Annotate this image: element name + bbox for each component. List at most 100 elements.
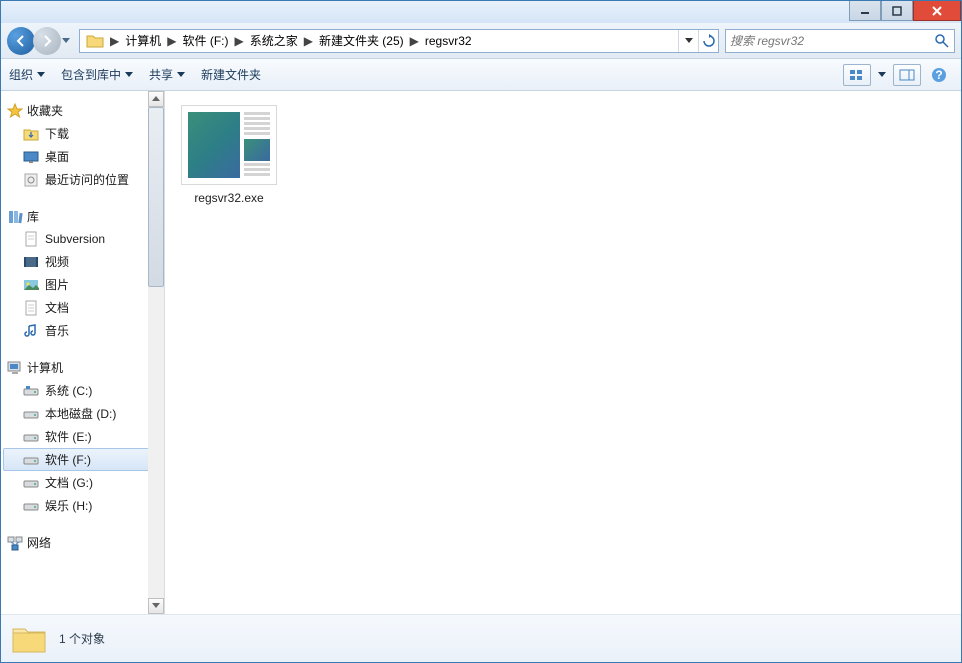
- sidebar-item-subversion[interactable]: Subversion: [3, 228, 158, 250]
- view-options-button[interactable]: [843, 64, 871, 86]
- status-bar: 1 个对象: [1, 614, 961, 662]
- download-icon: [23, 126, 39, 142]
- minimize-button[interactable]: [849, 1, 881, 21]
- recent-icon: [23, 172, 39, 188]
- document-icon: [23, 300, 39, 316]
- scroll-thumb[interactable]: [148, 107, 164, 287]
- chevron-right-icon[interactable]: ▶: [108, 34, 121, 48]
- include-label: 包含到库中: [61, 66, 121, 83]
- sidebar-item-drive-c[interactable]: 系统 (C:): [3, 379, 158, 402]
- sidebar-item-drive-d[interactable]: 本地磁盘 (D:): [3, 402, 158, 425]
- sidebar-item-pictures[interactable]: 图片: [3, 273, 158, 296]
- computer-label: 计算机: [27, 359, 63, 376]
- computer-group[interactable]: 计算机: [3, 356, 158, 379]
- search-input[interactable]: [730, 34, 934, 48]
- drive-icon: [23, 452, 39, 468]
- sidebar-item-desktop[interactable]: 桌面: [3, 145, 158, 168]
- refresh-button[interactable]: [698, 30, 718, 52]
- file-item[interactable]: regsvr32.exe: [181, 105, 277, 205]
- titlebar: [1, 1, 961, 23]
- new-folder-button[interactable]: 新建文件夹: [201, 66, 261, 83]
- sidebar: 收藏夹 下载 桌面 最近访问的位置 库: [1, 91, 159, 614]
- chevron-down-icon: [37, 72, 45, 78]
- sidebar-item-recent[interactable]: 最近访问的位置: [3, 168, 158, 191]
- organize-label: 组织: [9, 66, 33, 83]
- forward-button[interactable]: [33, 27, 61, 55]
- tree-label: 本地磁盘 (D:): [45, 405, 116, 422]
- breadcrumb-current[interactable]: regsvr32: [421, 30, 476, 52]
- sidebar-item-videos[interactable]: 视频: [3, 250, 158, 273]
- star-icon: [7, 103, 23, 119]
- sidebar-scrollbar[interactable]: [148, 91, 164, 614]
- address-dropdown[interactable]: [678, 30, 698, 52]
- svg-text:?: ?: [935, 68, 942, 82]
- chevron-right-icon[interactable]: ▶: [408, 34, 421, 48]
- tree-label: Subversion: [45, 232, 105, 246]
- chevron-right-icon[interactable]: ▶: [302, 34, 315, 48]
- nav-buttons: [7, 27, 73, 55]
- tree-label: 下载: [45, 125, 69, 142]
- scroll-down-button[interactable]: [148, 598, 164, 614]
- breadcrumb-drive[interactable]: 软件 (F:): [178, 30, 232, 52]
- back-button[interactable]: [7, 27, 35, 55]
- folder-icon: [86, 33, 104, 49]
- sidebar-item-drive-h[interactable]: 娱乐 (H:): [3, 494, 158, 517]
- nav-row: ▶ 计算机 ▶ 软件 (F:) ▶ 系统之家 ▶ 新建文件夹 (25) ▶ re…: [1, 23, 961, 59]
- drive-icon: [23, 498, 39, 514]
- chevron-down-icon: [125, 72, 133, 78]
- sidebar-item-drive-e[interactable]: 软件 (E:): [3, 425, 158, 448]
- drive-icon: [23, 406, 39, 422]
- network-group[interactable]: 网络: [3, 531, 158, 554]
- libraries-group[interactable]: 库: [3, 205, 158, 228]
- nav-history-dropdown[interactable]: [59, 31, 73, 51]
- content-pane[interactable]: regsvr32.exe: [165, 91, 961, 614]
- sidebar-item-drive-g[interactable]: 文档 (G:): [3, 471, 158, 494]
- maximize-button[interactable]: [881, 1, 913, 21]
- picture-icon: [23, 277, 39, 293]
- breadcrumb-computer[interactable]: 计算机: [121, 30, 165, 52]
- document-icon: [23, 231, 39, 247]
- tree-label: 软件 (F:): [45, 451, 91, 468]
- view-options-dropdown[interactable]: [875, 64, 889, 86]
- sidebar-item-music[interactable]: 音乐: [3, 319, 158, 342]
- address-bar[interactable]: ▶ 计算机 ▶ 软件 (F:) ▶ 系统之家 ▶ 新建文件夹 (25) ▶ re…: [79, 29, 719, 53]
- search-box[interactable]: [725, 29, 955, 53]
- sidebar-item-drive-f[interactable]: 软件 (F:): [3, 448, 158, 471]
- help-button[interactable]: ?: [925, 64, 953, 86]
- favorites-group[interactable]: 收藏夹: [3, 99, 158, 122]
- network-icon: [7, 535, 23, 551]
- preview-pane-button[interactable]: [893, 64, 921, 86]
- toolbar: 组织 包含到库中 共享 新建文件夹 ?: [1, 59, 961, 91]
- chevron-right-icon[interactable]: ▶: [165, 34, 178, 48]
- libraries-icon: [7, 209, 23, 225]
- splitter[interactable]: [159, 91, 165, 614]
- sidebar-item-downloads[interactable]: 下载: [3, 122, 158, 145]
- music-icon: [23, 323, 39, 339]
- libraries-label: 库: [27, 208, 39, 225]
- tree-label: 图片: [45, 276, 69, 293]
- newfolder-label: 新建文件夹: [201, 66, 261, 83]
- search-icon[interactable]: [934, 33, 950, 49]
- share-label: 共享: [149, 66, 173, 83]
- chevron-right-icon[interactable]: ▶: [232, 34, 245, 48]
- drive-icon: [23, 383, 39, 399]
- breadcrumb-folder-2[interactable]: 新建文件夹 (25): [315, 30, 408, 52]
- folder-icon: [11, 623, 47, 655]
- share-menu[interactable]: 共享: [149, 66, 185, 83]
- sidebar-item-documents[interactable]: 文档: [3, 296, 158, 319]
- chevron-down-icon: [177, 72, 185, 78]
- scroll-up-button[interactable]: [148, 91, 164, 107]
- breadcrumb-folder-1[interactable]: 系统之家: [246, 30, 302, 52]
- tree-label: 文档: [45, 299, 69, 316]
- video-icon: [23, 254, 39, 270]
- tree-label: 音乐: [45, 322, 69, 339]
- organize-menu[interactable]: 组织: [9, 66, 45, 83]
- computer-icon: [7, 360, 23, 376]
- nav-tree: 收藏夹 下载 桌面 最近访问的位置 库: [1, 91, 158, 562]
- include-in-library-menu[interactable]: 包含到库中: [61, 66, 133, 83]
- status-count: 1 个对象: [59, 630, 105, 647]
- close-button[interactable]: [913, 1, 961, 21]
- drive-icon: [23, 429, 39, 445]
- drive-icon: [23, 475, 39, 491]
- tree-label: 软件 (E:): [45, 428, 92, 445]
